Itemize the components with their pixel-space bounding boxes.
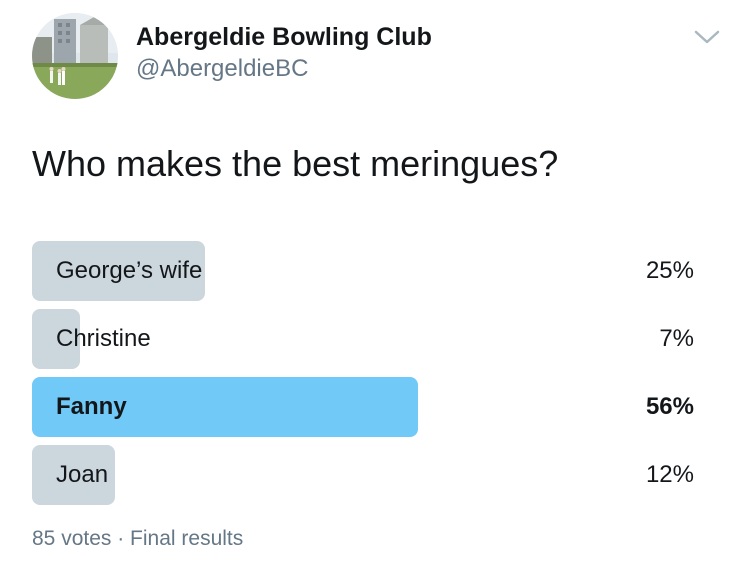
- poll-option[interactable]: Fanny 56%: [32, 377, 694, 437]
- poll-option-label: Christine: [56, 325, 151, 352]
- account-info[interactable]: Abergeldie Bowling Club @AbergeldieBC: [136, 21, 432, 85]
- poll-option-label: Joan: [56, 461, 109, 488]
- bowling-green-photo-icon: [32, 13, 118, 99]
- display-name[interactable]: Abergeldie Bowling Club: [136, 21, 432, 53]
- poll-question: Who makes the best meringues?: [32, 143, 559, 184]
- tweet-header: Abergeldie Bowling Club @AbergeldieBC: [32, 13, 722, 99]
- poll-option[interactable]: Joan 12%: [32, 445, 694, 505]
- avatar[interactable]: [32, 13, 118, 99]
- poll-options: George’s wife 25% Christine 7% Fanny 56%…: [32, 241, 694, 513]
- poll-option-percent: 12%: [645, 461, 694, 488]
- poll-footer: 85 votes · Final results: [32, 527, 244, 550]
- poll-option-percent: 56%: [645, 393, 694, 420]
- poll-option[interactable]: Christine 7%: [32, 309, 694, 369]
- poll-option-percent: 25%: [645, 257, 694, 284]
- poll-option-percent: 7%: [659, 325, 694, 352]
- chevron-down-icon[interactable]: [692, 27, 722, 47]
- account-handle[interactable]: @AbergeldieBC: [136, 53, 432, 85]
- poll-option-label: Fanny: [56, 393, 127, 420]
- poll-option-label: George’s wife: [56, 257, 203, 284]
- poll-option[interactable]: George’s wife 25%: [32, 241, 694, 301]
